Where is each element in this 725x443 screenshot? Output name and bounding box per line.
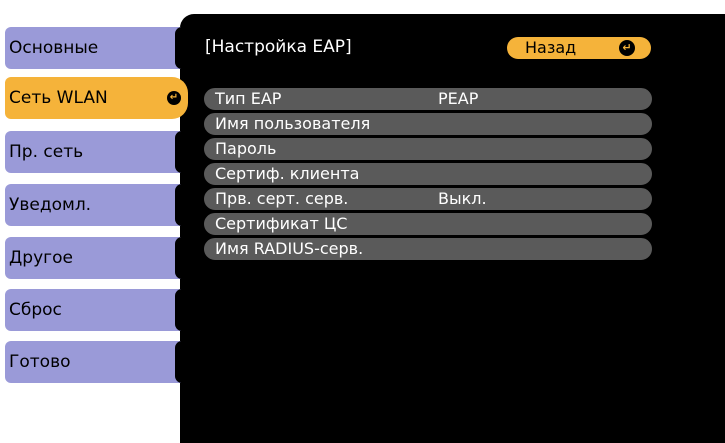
sidebar-item-reset[interactable]: Сброс: [5, 289, 189, 331]
page-title: [Настройка EAP]: [205, 37, 352, 57]
setting-value: PEAP: [438, 89, 479, 108]
tab-divider: [175, 341, 189, 383]
sidebar-item-label: Готово: [9, 352, 71, 372]
enter-icon: ↵: [167, 91, 181, 105]
tab-divider: [175, 237, 189, 279]
setting-label: Сертиф. клиента: [215, 164, 360, 183]
setting-row-username[interactable]: Имя пользователя: [204, 113, 652, 135]
projector-menu-screen: Основные Сеть WLAN ↵ Пр. сеть Уведомл. Д…: [0, 0, 725, 443]
setting-label: Имя RADIUS-серв.: [215, 239, 364, 258]
sidebar-item-notifications[interactable]: Уведомл.: [5, 184, 189, 226]
setting-row-password[interactable]: Пароль: [204, 138, 652, 160]
setting-row-client-certificate[interactable]: Сертиф. клиента: [204, 163, 652, 185]
sidebar-item-label: Уведомл.: [9, 195, 92, 215]
setting-value: Выкл.: [438, 189, 487, 208]
back-button[interactable]: Назад ↵: [507, 37, 651, 59]
sidebar-item-label: Сеть WLAN: [9, 88, 108, 108]
sidebar-item-wlan[interactable]: Сеть WLAN ↵: [5, 77, 188, 119]
setting-label: Имя пользователя: [215, 114, 371, 133]
setting-row-eap-type[interactable]: Тип EAP PEAP: [204, 88, 652, 110]
setting-row-radius-server-name[interactable]: Имя RADIUS-серв.: [204, 238, 652, 260]
tab-divider: [175, 131, 189, 173]
setting-label: Прв. серт. серв.: [215, 189, 349, 208]
sidebar-item-label: Основные: [9, 38, 99, 58]
sidebar-item-other[interactable]: Другое: [5, 237, 189, 279]
sidebar-item-label: Сброс: [9, 300, 62, 320]
tab-divider: [175, 184, 189, 226]
sidebar-item-basic[interactable]: Основные: [5, 27, 189, 69]
tab-divider: [175, 289, 189, 331]
back-button-label: Назад: [525, 38, 577, 57]
setting-label: Пароль: [215, 139, 277, 158]
tab-divider: [175, 27, 189, 69]
sidebar-item-wired-network[interactable]: Пр. сеть: [5, 131, 189, 173]
setting-row-verify-server-cert[interactable]: Прв. серт. серв. Выкл.: [204, 188, 652, 210]
setting-row-ca-certificate[interactable]: Сертификат ЦС: [204, 213, 652, 235]
setting-label: Сертификат ЦС: [215, 214, 348, 233]
enter-icon: ↵: [619, 40, 635, 56]
setting-label: Тип EAP: [215, 89, 282, 108]
sidebar-item-done[interactable]: Готово: [5, 341, 189, 383]
sidebar-item-label: Другое: [9, 248, 73, 268]
sidebar-item-label: Пр. сеть: [9, 142, 84, 162]
